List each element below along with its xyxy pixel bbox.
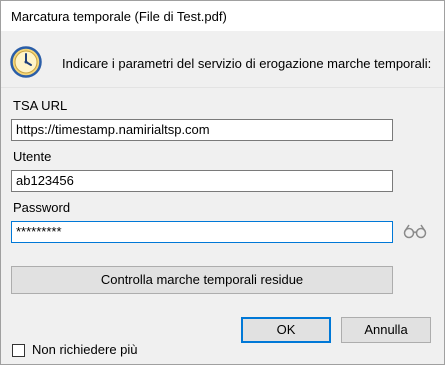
dont-ask-checkbox[interactable] <box>12 344 25 357</box>
title-bar: Marcatura temporale (File di Test.pdf) <box>1 1 444 31</box>
timestamp-dialog: Marcatura temporale (File di Test.pdf) I… <box>0 0 445 365</box>
clock-icon <box>10 46 42 78</box>
dont-ask-label[interactable]: Non richiedere più <box>32 342 138 357</box>
instruction-text: Indicare i parametri del servizio di ero… <box>62 56 432 71</box>
password-label: Password <box>13 200 71 215</box>
user-label: Utente <box>13 149 52 164</box>
user-field[interactable]: ab123456 <box>11 170 393 192</box>
password-field[interactable]: ********* <box>11 221 393 243</box>
glasses-icon[interactable] <box>403 223 427 239</box>
cancel-button[interactable]: Annulla <box>341 317 431 343</box>
window-title: Marcatura temporale (File di Test.pdf) <box>11 9 227 24</box>
check-timestamps-button[interactable]: Controlla marche temporali residue <box>11 266 393 294</box>
ok-button[interactable]: OK <box>241 317 331 343</box>
tsa-url-field[interactable]: https://timestamp.namirialtsp.com <box>11 119 393 141</box>
header-divider <box>1 87 444 88</box>
tsa-url-label: TSA URL <box>13 98 68 113</box>
